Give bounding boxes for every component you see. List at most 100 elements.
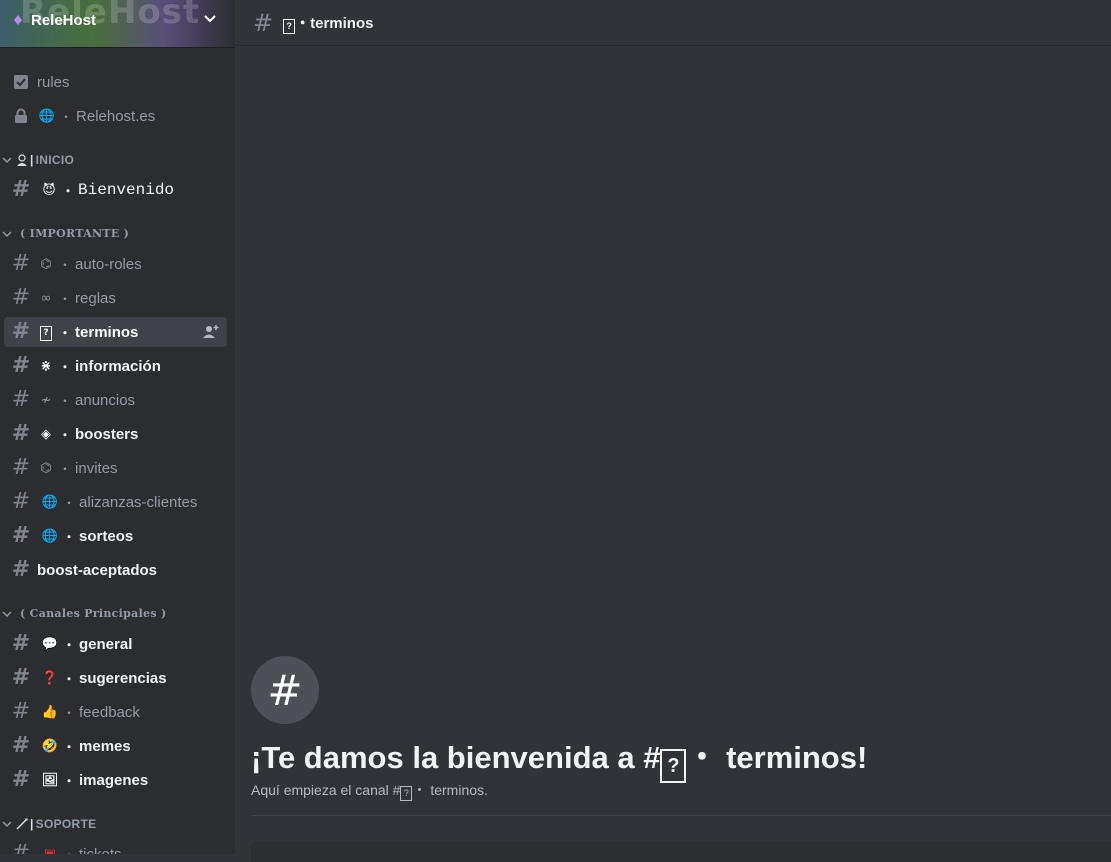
welcome-title-suffix: terminos! [717, 740, 868, 775]
channel-sugerencias[interactable]: # ❓ ・ sugerencias [4, 663, 227, 693]
hash-icon: # [11, 285, 31, 310]
channel-label: invites [75, 459, 118, 477]
hash-icon: # [11, 557, 31, 582]
category-soporte[interactable]: | SOPORTE [2, 817, 96, 831]
channel-anuncios[interactable]: # ≁ ・ anuncios [4, 385, 227, 415]
devil-icon: 😈 [42, 182, 56, 198]
channel-sorteos[interactable]: # 🌐 ・ sorteos [4, 521, 227, 551]
channel-sidebar: ReleHost ReleHost rules 🌐 ・ Relehost.es … [0, 0, 235, 854]
server-header[interactable]: ReleHost ReleHost [0, 0, 235, 48]
channel-label: boosters [75, 425, 139, 443]
category-inicio[interactable]: | INICIO [2, 153, 74, 167]
separator-dot: ・ [63, 705, 76, 720]
channel-informacion[interactable]: # ⋇ ・ información [4, 351, 227, 381]
box-glyph: ? [40, 326, 52, 341]
hash-icon: # [11, 353, 31, 378]
question-mark-icon: ❓ [41, 670, 59, 686]
separator-dot: ・ [63, 846, 75, 855]
channel-rules[interactable]: rules [4, 67, 227, 97]
separator-dot: ・ [412, 782, 427, 798]
rules-icon [14, 75, 28, 89]
welcome-title-prefix: ¡Te damos la bienvenida a # [251, 740, 661, 775]
separator-dot: ・ [63, 637, 76, 652]
channel-title-text: terminos [310, 14, 374, 32]
separator-dot: ・ [295, 14, 311, 32]
separator-dot: ・ [59, 461, 72, 476]
separator-dot: ・ [686, 740, 718, 775]
channel-label: sorteos [79, 527, 134, 545]
chevron-down-icon [2, 230, 12, 237]
hash-icon: # [11, 631, 31, 656]
channel-boost-aceptados[interactable]: # boost-aceptados [4, 555, 227, 585]
globe-icon: 🌐 [41, 528, 59, 544]
channel-auto-roles[interactable]: # ⌬ ・ auto-roles [4, 249, 227, 279]
channel-label: sugerencias [79, 669, 167, 687]
channel-general[interactable]: # 💬 ・ general [4, 629, 227, 659]
channel-label: tickets [79, 845, 122, 855]
divider [251, 815, 1111, 816]
hash-icon: # [11, 841, 31, 855]
hash-icon: # [11, 733, 31, 758]
infinity-icon: ∞ [40, 290, 52, 306]
chevron-down-icon [2, 157, 12, 164]
channel-feedback[interactable]: # 👍 ・ feedback [4, 697, 227, 727]
lock-icon [15, 108, 27, 123]
channel-label: anuncios [75, 391, 136, 409]
channel-label: Bienvenido [78, 181, 175, 199]
separator-dot: ・ [63, 495, 76, 510]
separator-dot: ・ [63, 739, 76, 754]
globe-icon: 🌐 [41, 494, 59, 510]
laughing-face-icon: 🤣 [41, 738, 59, 754]
separator-dot: ・ [59, 359, 72, 374]
diamond-icon: ◈ [41, 426, 51, 442]
hash-icon: # [11, 251, 31, 276]
channel-relehost[interactable]: 🌐 ・ Relehost.es [4, 101, 227, 131]
chevron-down-icon [2, 610, 12, 617]
channel-label: rules [37, 73, 70, 91]
category-canales-principales[interactable]: ( Canales Principales ) [2, 607, 166, 620]
picture-icon: 🖼 [41, 772, 59, 788]
channel-imagenes[interactable]: # 🖼 ・ imagenes [4, 765, 227, 795]
chevron-down-icon [2, 821, 12, 828]
hexagon-icon: ⌬ [40, 460, 52, 476]
separator-dot: ・ [63, 671, 76, 686]
separator-dot: ・ [59, 257, 72, 272]
hash-icon: # [11, 489, 31, 514]
thumbs-up-icon: 👍 [41, 704, 59, 720]
channel-memes[interactable]: # 🤣 ・ memes [4, 731, 227, 761]
hash-icon: # [11, 421, 31, 446]
channel-header: # ? ・terminos [235, 0, 1111, 46]
channel-tickets[interactable]: # ▣ ・ tickets [4, 839, 227, 855]
box-glyph: ? [400, 786, 413, 801]
box-glyph: ? [283, 18, 296, 34]
globe-icon: 🌐 [38, 108, 56, 124]
wand-icon [16, 818, 28, 830]
channel-bienvenido[interactable]: # 😈 ・ Bienvenido [4, 175, 227, 205]
category-label: ( Canales Principales ) [20, 607, 167, 620]
channel-label: terminos [75, 323, 139, 341]
server-name: ReleHost [31, 12, 97, 29]
separator-dot: ・ [60, 109, 73, 124]
hash-icon: # [11, 387, 31, 412]
channel-label: general [79, 635, 133, 653]
channel-label: Relehost.es [76, 107, 156, 125]
channel-invites[interactable]: # ⌬ ・ invites [4, 453, 227, 483]
message-input-area[interactable] [251, 842, 1111, 862]
channel-reglas[interactable]: # ∞ ・ reglas [4, 283, 227, 313]
separator-dot: ・ [59, 291, 72, 306]
hash-icon: # [11, 455, 31, 480]
channel-alizanzas-clientes[interactable]: # 🌐 ・ alizanzas-clientes [4, 487, 227, 517]
hash-icon: # [253, 8, 274, 37]
category-importante[interactable]: ( IMPORTANTE ) [2, 227, 129, 240]
hash-icon: # [11, 319, 31, 344]
channel-label: auto-roles [75, 255, 142, 273]
separator-dot: ・ [62, 183, 75, 198]
channel-title: ? ・terminos [283, 12, 373, 34]
ticket-icon: ▣ [43, 846, 57, 855]
add-user-icon[interactable] [203, 324, 219, 340]
channel-label: alizanzas-clientes [79, 493, 198, 511]
channel-boosters[interactable]: # ◈ ・ boosters [4, 419, 227, 449]
channel-terminos[interactable]: # ? ・ terminos [4, 317, 227, 347]
separator-dot: ・ [59, 325, 72, 340]
welcome-subtitle: Aquí empieza el canal #? ・ terminos. [251, 780, 488, 801]
